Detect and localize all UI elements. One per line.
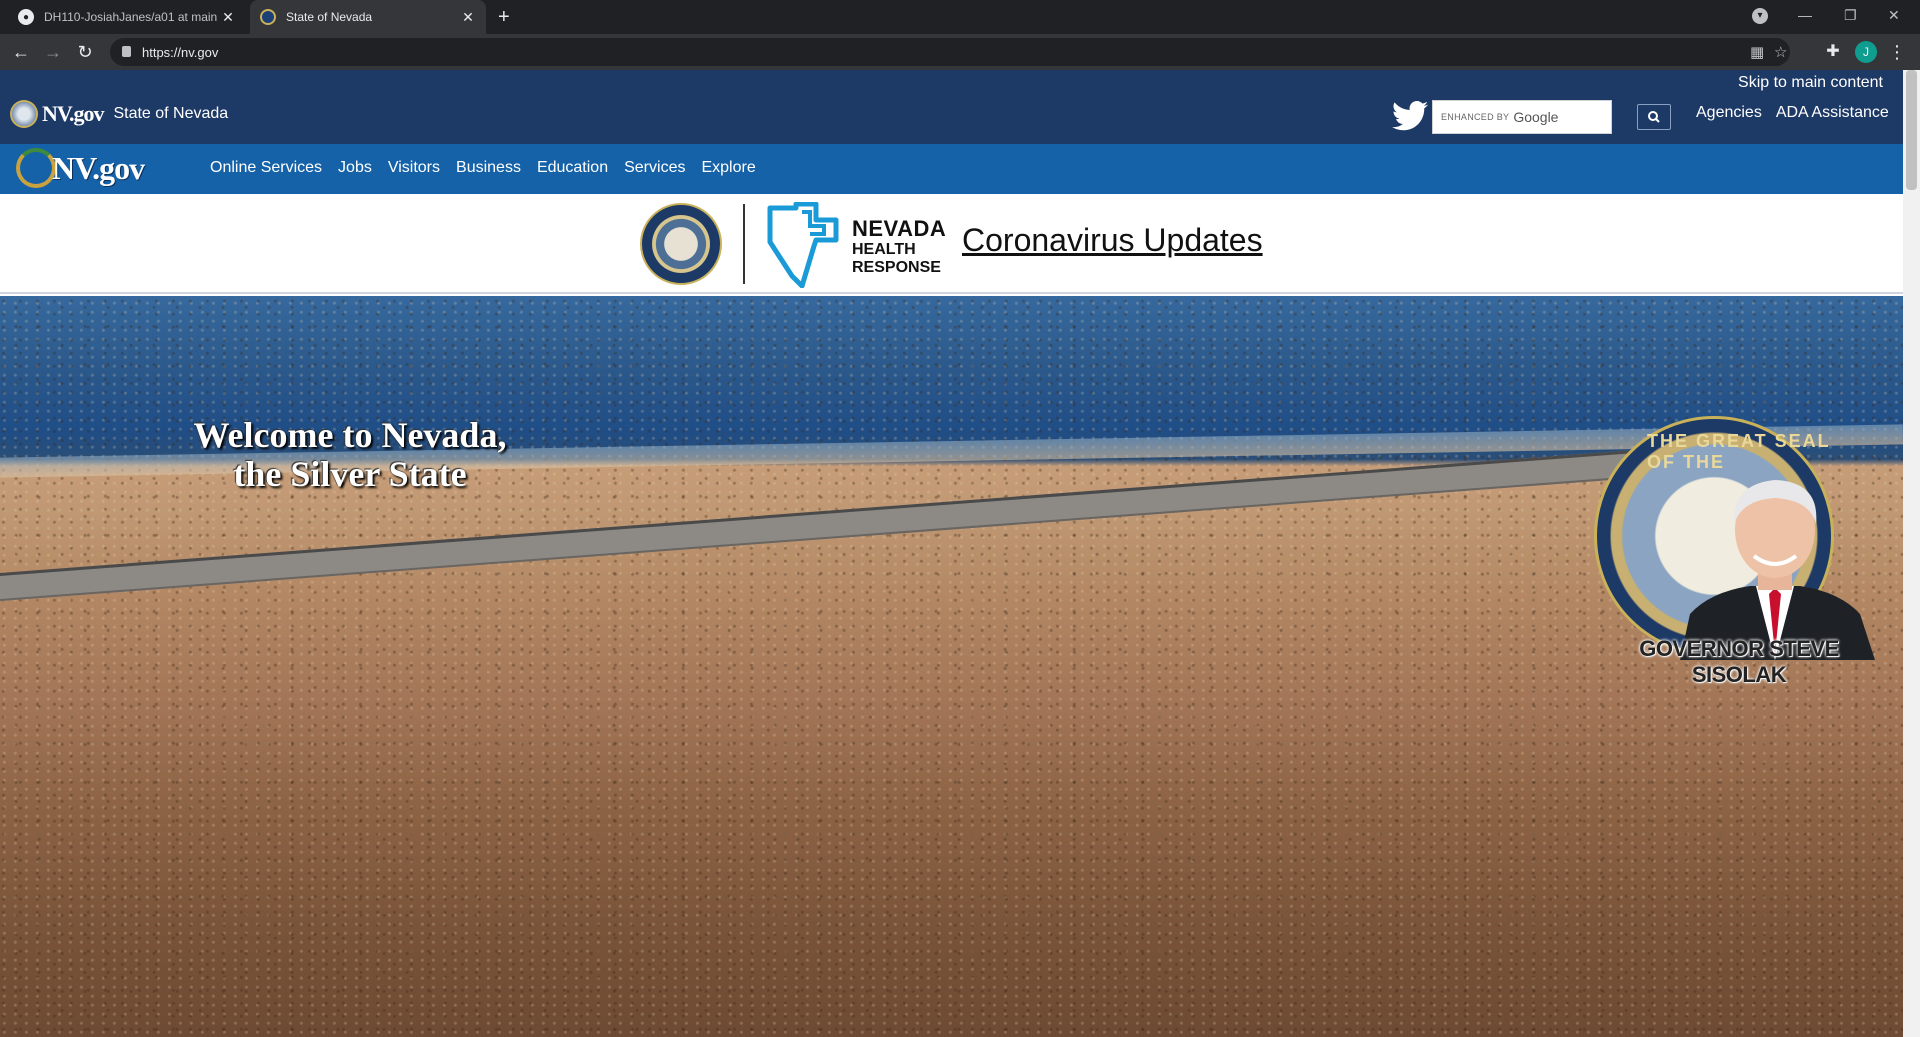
browser-toolbar: ← → ↻ https://nv.gov ▦ ☆ ✚ J ⋮ <box>0 34 1920 70</box>
address-bar[interactable]: https://nv.gov ▦ ☆ <box>110 38 1790 66</box>
back-icon[interactable]: ← <box>10 41 32 63</box>
minimize-icon[interactable]: — <box>1798 0 1812 30</box>
tab-state-of-nevada[interactable]: State of Nevada ✕ <box>250 0 486 34</box>
tab-github[interactable]: ● DH110-JosiahJanes/a01 at main ✕ <box>8 0 246 34</box>
nhr-line-1: NEVADA <box>852 216 947 241</box>
search-icon <box>1648 111 1660 123</box>
nav-logo-text: NV.gov <box>52 149 145 186</box>
bookmark-star-icon[interactable]: ☆ <box>1774 43 1787 61</box>
nevada-health-response-wordmark: NEVADA HEALTH RESPONSE <box>852 218 946 276</box>
page-scrollbar[interactable] <box>1903 70 1920 1037</box>
nav-item-jobs[interactable]: Jobs <box>338 159 372 177</box>
governor-link[interactable]: THE GREAT SEAL OF THE GOVERNOR STEVE SIS… <box>1590 416 1890 687</box>
nevada-seal-favicon-icon <box>260 9 276 25</box>
nav-menu: Online Services Jobs Visitors Business E… <box>210 159 756 177</box>
nhr-line-2: HEALTH <box>852 241 916 258</box>
nav-item-services[interactable]: Services <box>624 159 685 177</box>
menu-kebab-icon[interactable]: ⋮ <box>1886 41 1908 63</box>
github-icon: ● <box>18 9 34 25</box>
tab-strip: ● DH110-JosiahJanes/a01 at main ✕ State … <box>0 0 1920 34</box>
tab-title: State of Nevada <box>286 10 373 24</box>
tab-title: DH110-JosiahJanes/a01 at main <box>44 10 218 24</box>
nv-gov-brand[interactable]: NV.gov State of Nevada <box>10 100 228 128</box>
close-tab-icon[interactable]: ✕ <box>220 9 236 26</box>
new-tab-button[interactable]: + <box>498 6 510 29</box>
scrollbar-thumb[interactable] <box>1906 70 1917 190</box>
nhr-line-3: RESPONSE <box>852 259 941 276</box>
coronavirus-updates-link[interactable]: Coronavirus Updates <box>962 222 1263 259</box>
hero-banner: Welcome to Nevada, the Silver State THE … <box>0 296 1903 1037</box>
welcome-heading: Welcome to Nevada, the Silver State <box>120 416 580 494</box>
tab-search-icon[interactable]: ▾ <box>1752 8 1768 24</box>
nav-item-online-services[interactable]: Online Services <box>210 159 322 177</box>
qr-code-icon[interactable]: ▦ <box>1750 43 1764 61</box>
state-name: State of Nevada <box>113 105 229 122</box>
nevada-state-seal-image <box>640 203 722 285</box>
nv-gov-home-logo[interactable]: NV.gov <box>16 148 145 188</box>
governor-name: GOVERNOR STEVE SISOLAK <box>1639 636 1839 687</box>
url-text[interactable]: https://nv.gov <box>142 45 218 60</box>
skip-to-main-link[interactable]: Skip to main content <box>1738 74 1883 92</box>
nevada-seal-icon <box>10 100 38 128</box>
restore-icon[interactable]: ❐ <box>1844 0 1857 30</box>
nav-item-business[interactable]: Business <box>456 159 521 177</box>
extensions-icon[interactable]: ✚ <box>1822 41 1844 63</box>
banner-divider <box>743 204 745 284</box>
twitter-icon[interactable] <box>1392 100 1428 132</box>
brand-logo: NV.gov <box>42 101 104 126</box>
governor-portrait-image <box>1680 480 1875 660</box>
nevada-health-cross-icon <box>767 202 839 288</box>
lock-icon[interactable] <box>122 46 131 57</box>
nav-item-visitors[interactable]: Visitors <box>388 159 440 177</box>
ada-assistance-link[interactable]: ADA Assistance <box>1776 104 1889 122</box>
nav-item-education[interactable]: Education <box>537 159 608 177</box>
welcome-line-1: Welcome to Nevada, <box>193 415 507 455</box>
search-button[interactable] <box>1637 104 1671 130</box>
profile-avatar[interactable]: J <box>1855 41 1877 63</box>
utility-header: NV.gov State of Nevada Skip to main cont… <box>0 70 1903 144</box>
web-page: NV.gov State of Nevada Skip to main cont… <box>0 70 1920 1037</box>
enhanced-by-label: ENHANCED BY <box>1441 112 1510 122</box>
utility-links: Agencies ADA Assistance <box>1696 104 1889 122</box>
reload-icon[interactable]: ↻ <box>74 41 96 63</box>
window-close-icon[interactable]: ✕ <box>1888 0 1900 30</box>
google-search-input[interactable]: ENHANCED BY Google <box>1432 100 1612 134</box>
nav-item-explore[interactable]: Explore <box>701 159 755 177</box>
forward-icon[interactable]: → <box>42 41 64 63</box>
nevada-logo-ring-icon <box>16 148 56 188</box>
coronavirus-banner: NEVADA HEALTH RESPONSE Coronavirus Updat… <box>0 194 1903 294</box>
agencies-link[interactable]: Agencies <box>1696 104 1762 122</box>
welcome-line-2: the Silver State <box>233 453 467 494</box>
close-tab-icon[interactable]: ✕ <box>460 9 476 26</box>
google-label: Google <box>1513 109 1559 125</box>
main-navigation: NV.gov Online Services Jobs Visitors Bus… <box>0 144 1903 194</box>
